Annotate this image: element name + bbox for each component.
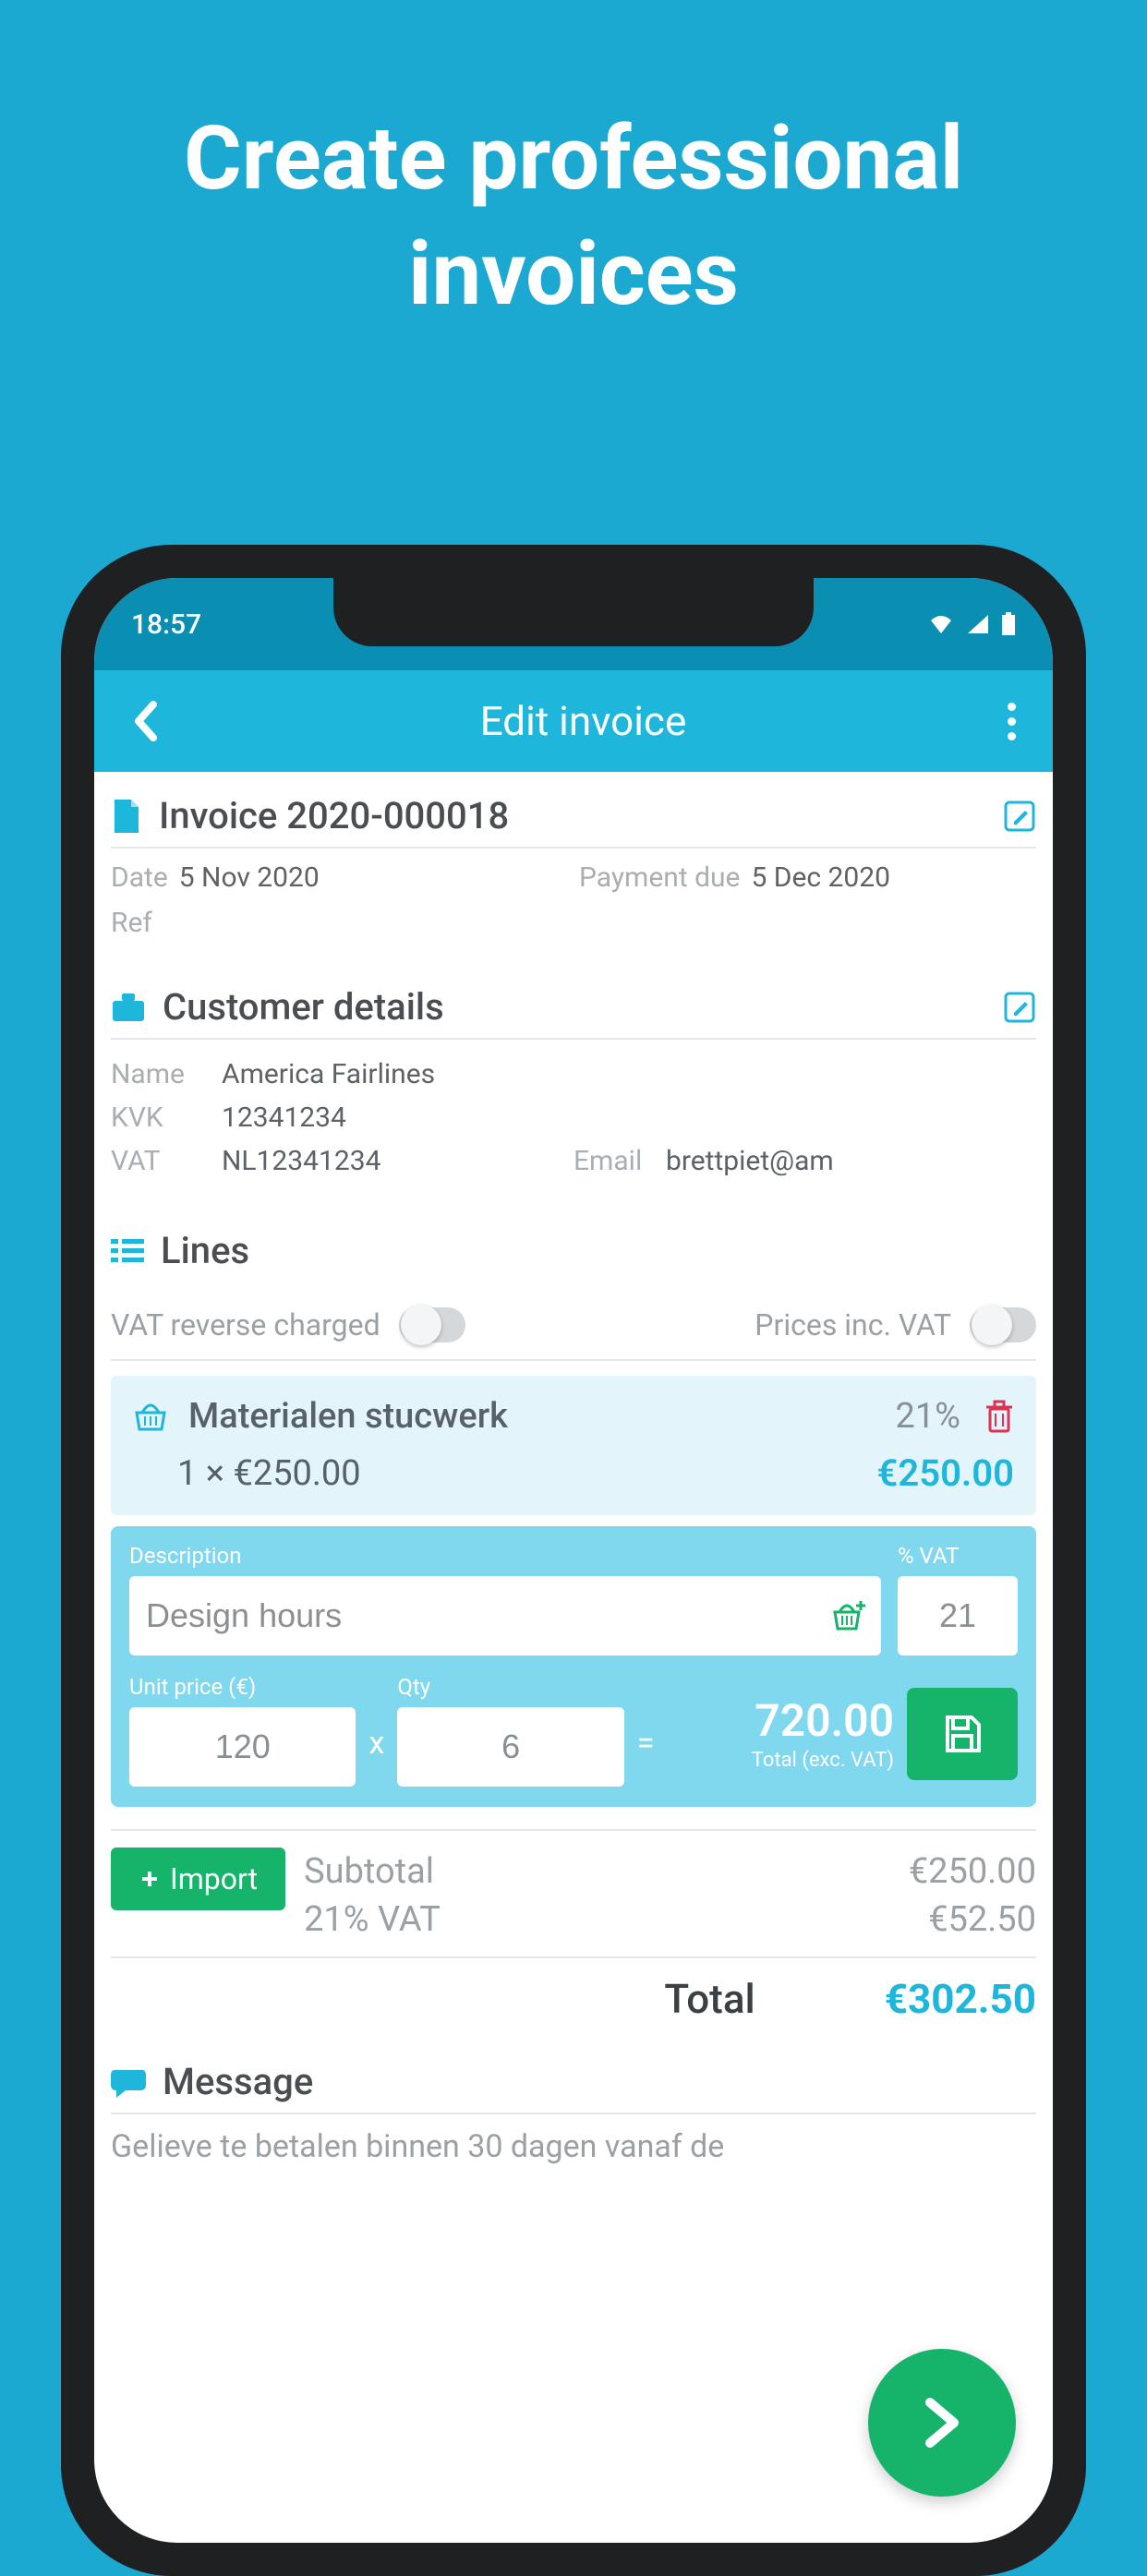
prices-inc-label: Prices inc. VAT [755, 1307, 951, 1342]
app-header: Edit invoice [94, 670, 1053, 772]
message-section-title: Message [163, 2060, 313, 2103]
invoice-section: Invoice 2020-000018 Date 5 Nov 2020 Paym… [111, 772, 1036, 939]
basket-icon [133, 1402, 168, 1431]
lines-section: Lines VAT reverse charged Prices inc. VA… [111, 1183, 1036, 2023]
subtotal-value: €250.00 [909, 1851, 1036, 1892]
unit-price-input[interactable] [129, 1707, 356, 1787]
equals-symbol: = [637, 1699, 655, 1762]
summary-vat-value: €52.50 [928, 1899, 1036, 1940]
ref-label: Ref [111, 907, 152, 939]
line-item-card[interactable]: Materialen stucwerk 21% 1 × €250.00 €250… [111, 1376, 1036, 1515]
line-item-total: €250.00 [877, 1451, 1014, 1495]
email-label: Email [574, 1145, 666, 1177]
document-icon [111, 798, 142, 835]
qty-label: Qty [397, 1674, 623, 1707]
import-label: Import [170, 1861, 258, 1896]
back-button[interactable] [122, 692, 168, 751]
message-icon [111, 2066, 146, 2098]
wifi-icon [927, 613, 955, 635]
vat-pct-label: % VAT [898, 1543, 1018, 1576]
line-edit-total-hint: Total (exc. VAT) [668, 1747, 894, 1772]
save-line-button[interactable] [907, 1688, 1018, 1780]
desc-label: Description [129, 1543, 881, 1576]
list-icon [111, 1237, 144, 1265]
date-label: Date [111, 861, 168, 894]
import-button[interactable]: Import [111, 1848, 285, 1910]
delete-line-button[interactable] [984, 1400, 1014, 1433]
line-item-qty-price: 1 × €250.00 [133, 1453, 361, 1494]
line-edit-total: 720.00 [668, 1694, 894, 1747]
name-value: America Fairlines [222, 1058, 435, 1090]
message-section: Message Gelieve te betalen binnen 30 dag… [111, 2023, 1036, 2170]
battery-icon [1001, 612, 1016, 636]
add-from-catalog-button[interactable] [829, 1599, 868, 1632]
notch [333, 578, 814, 646]
description-input[interactable] [129, 1576, 881, 1655]
grand-total-value: €302.50 [885, 1975, 1036, 2023]
status-time: 18:57 [131, 608, 201, 641]
multiply-symbol: x [368, 1699, 384, 1762]
customer-section: Customer details Name America Fairlines … [111, 939, 1036, 1183]
name-label: Name [111, 1058, 222, 1090]
unit-price-label: Unit price (€) [129, 1674, 356, 1707]
qty-input[interactable] [397, 1707, 623, 1787]
line-edit-panel: Description % VAT [111, 1526, 1036, 1807]
edit-invoice-button[interactable] [1003, 800, 1036, 833]
vat-reverse-toggle[interactable] [399, 1307, 465, 1342]
edit-customer-button[interactable] [1003, 991, 1036, 1024]
customer-section-title: Customer details [163, 985, 444, 1029]
subtotal-label: Subtotal [304, 1851, 434, 1892]
line-item-title: Materialen stucwerk [188, 1396, 508, 1437]
email-value: brettpiet@am [666, 1145, 834, 1177]
vat-pct-input[interactable] [898, 1576, 1018, 1655]
due-label: Payment due [579, 861, 740, 894]
next-fab[interactable] [868, 2349, 1016, 2497]
kebab-menu-button[interactable] [998, 693, 1025, 750]
briefcase-icon [111, 992, 146, 1023]
signal-icon [966, 613, 990, 635]
prices-inc-toggle[interactable] [970, 1307, 1036, 1342]
message-body: Gelieve te betalen binnen 30 dagen vanaf… [111, 2114, 1036, 2170]
hero-title: Create professional invoices [0, 0, 1147, 388]
line-item-vat: 21% [895, 1396, 960, 1437]
kvk-value: 12341234 [222, 1101, 346, 1134]
grand-total-label: Total [664, 1975, 755, 2023]
phone-frame: 18:57 Edit invoice [61, 545, 1086, 2576]
summary-vat-label: 21% VAT [304, 1899, 441, 1940]
header-title: Edit invoice [480, 697, 687, 745]
vat-label: VAT [111, 1145, 222, 1177]
kvk-label: KVK [111, 1101, 222, 1134]
date-value: 5 Nov 2020 [179, 861, 320, 894]
due-value: 5 Dec 2020 [751, 861, 889, 894]
lines-section-title: Lines [161, 1229, 249, 1272]
vat-value: NL12341234 [222, 1145, 380, 1177]
vat-reverse-label: VAT reverse charged [111, 1307, 380, 1342]
invoice-title: Invoice 2020-000018 [159, 794, 509, 837]
